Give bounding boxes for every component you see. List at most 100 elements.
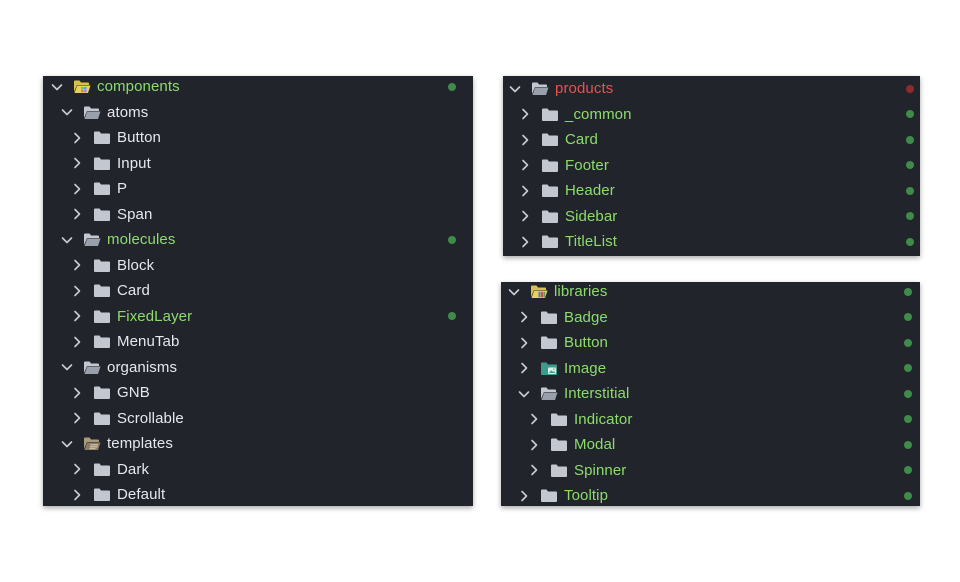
modified-status-dot [906,135,914,144]
chevron-right-icon[interactable] [518,311,530,323]
chevron-right-icon[interactable] [71,285,83,297]
chevron-right-icon[interactable] [519,185,531,197]
modified-status-dot [904,415,912,424]
tree-item-menutab[interactable]: MenuTab [43,329,473,355]
folder-icon [550,437,568,452]
tree-item-label: Badge [564,308,608,326]
tree-item-titlelist[interactable]: TitleList [503,229,920,255]
tree-item-label: libraries [554,283,608,301]
chevron-right-icon[interactable] [528,439,540,451]
chevron-down-icon[interactable] [61,234,73,246]
chevron-right-icon[interactable] [71,463,83,475]
tree-item-block[interactable]: Block [43,253,473,279]
modified-status-dot [904,287,912,296]
folder-icon [93,487,111,502]
tree-item-libraries[interactable]: libraries [501,282,920,305]
chevron-right-icon[interactable] [71,489,83,501]
tree-item-card[interactable]: Card [503,127,920,153]
chevron-right-icon[interactable] [518,337,530,349]
chevron-right-icon[interactable] [71,336,83,348]
tree-item-scrollable[interactable]: Scrollable [43,406,473,432]
folder-open-icon [83,360,101,375]
tree-item-label: Sidebar [565,207,618,225]
chevron-right-icon[interactable] [71,387,83,399]
tree-item-products[interactable]: products [503,76,920,102]
chevron-right-icon[interactable] [71,310,83,322]
folder-open-icon [531,81,549,96]
chevron-right-icon[interactable] [518,362,530,374]
tree-item-common[interactable]: _common [503,102,920,128]
tree-item-atoms[interactable]: atoms [43,100,473,126]
chevron-down-icon[interactable] [61,361,73,373]
chevron-right-icon[interactable] [519,236,531,248]
tree-item-spinner[interactable]: Spinner [501,458,920,484]
folder-icon [541,107,559,122]
folder-icon [540,488,558,503]
chevron-down-icon[interactable] [509,83,521,95]
tree-item-organisms[interactable]: organisms [43,355,473,381]
chevron-right-icon[interactable] [71,132,83,144]
tree-item-indicator[interactable]: Indicator [501,407,920,433]
folder-icon [93,309,111,324]
chevron-right-icon[interactable] [518,490,530,502]
templates-folder-icon [83,436,101,451]
folder-icon [541,158,559,173]
explorer-panel-components: components atoms Button Input P Span molecules… [43,76,473,506]
tree-item-label: TitleList [565,233,618,251]
chevron-right-icon[interactable] [71,412,83,424]
chevron-right-icon[interactable] [519,108,531,120]
folder-icon [541,183,559,198]
chevron-down-icon[interactable] [518,388,530,400]
tree-item-dark[interactable]: Dark [43,457,473,483]
chevron-right-icon[interactable] [71,157,83,169]
tree-item-molecules[interactable]: molecules [43,227,473,253]
tree-item-gnb[interactable]: GNB [43,380,473,406]
tree-item-label: Scrollable [117,409,184,427]
chevron-right-icon[interactable] [71,259,83,271]
tree-item-interstitial[interactable]: Interstitial [501,381,920,407]
tree-item-button[interactable]: Button [43,125,473,151]
tree-item-label: Header [565,182,615,200]
tree-item-input[interactable]: Input [43,151,473,177]
chevron-right-icon[interactable] [519,210,531,222]
tree-item-label: Footer [565,156,609,174]
tree-item-modal[interactable]: Modal [501,432,920,458]
tree-item-image[interactable]: Image [501,356,920,382]
tree-item-badge[interactable]: Badge [501,305,920,331]
chevron-down-icon[interactable] [51,81,63,93]
modified-status-dot [904,491,912,500]
tree-item-card[interactable]: Card [43,278,473,304]
tree-item-footer[interactable]: Footer [503,153,920,179]
tree-item-templates[interactable]: templates [43,431,473,457]
chevron-right-icon[interactable] [519,159,531,171]
chevron-down-icon[interactable] [61,438,73,450]
tree-item-p[interactable]: P [43,176,473,202]
tree-item-label: Interstitial [564,385,630,403]
tree-item-label: Card [117,282,150,300]
chevron-right-icon[interactable] [71,208,83,220]
folder-icon [93,411,111,426]
folder-icon [541,132,559,147]
tree-item-sidebar[interactable]: Sidebar [503,204,920,230]
tree-item-components[interactable]: components [43,76,473,100]
explorer-panel-products: products _common Card Footer Header Sidebar Ti… [503,76,920,256]
modified-status-dot [904,364,912,373]
tree-item-tooltip[interactable]: Tooltip [501,483,920,506]
folder-icon [540,310,558,325]
chevron-right-icon[interactable] [519,134,531,146]
chevron-down-icon[interactable] [508,286,520,298]
tree-item-header[interactable]: Header [503,178,920,204]
tree-item-span[interactable]: Span [43,202,473,228]
chevron-right-icon[interactable] [528,413,540,425]
modified-status-dot [448,235,456,244]
chevron-right-icon[interactable] [528,464,540,476]
chevron-right-icon[interactable] [71,183,83,195]
chevron-down-icon[interactable] [61,106,73,118]
tree-item-default[interactable]: Default [43,482,473,506]
tree-item-fixedlayer[interactable]: FixedLayer [43,304,473,330]
folder-icon [541,234,559,249]
tree-item-button[interactable]: Button [501,330,920,356]
modified-status-dot [906,110,914,119]
modified-status-dot [448,312,456,321]
folder-icon [541,209,559,224]
